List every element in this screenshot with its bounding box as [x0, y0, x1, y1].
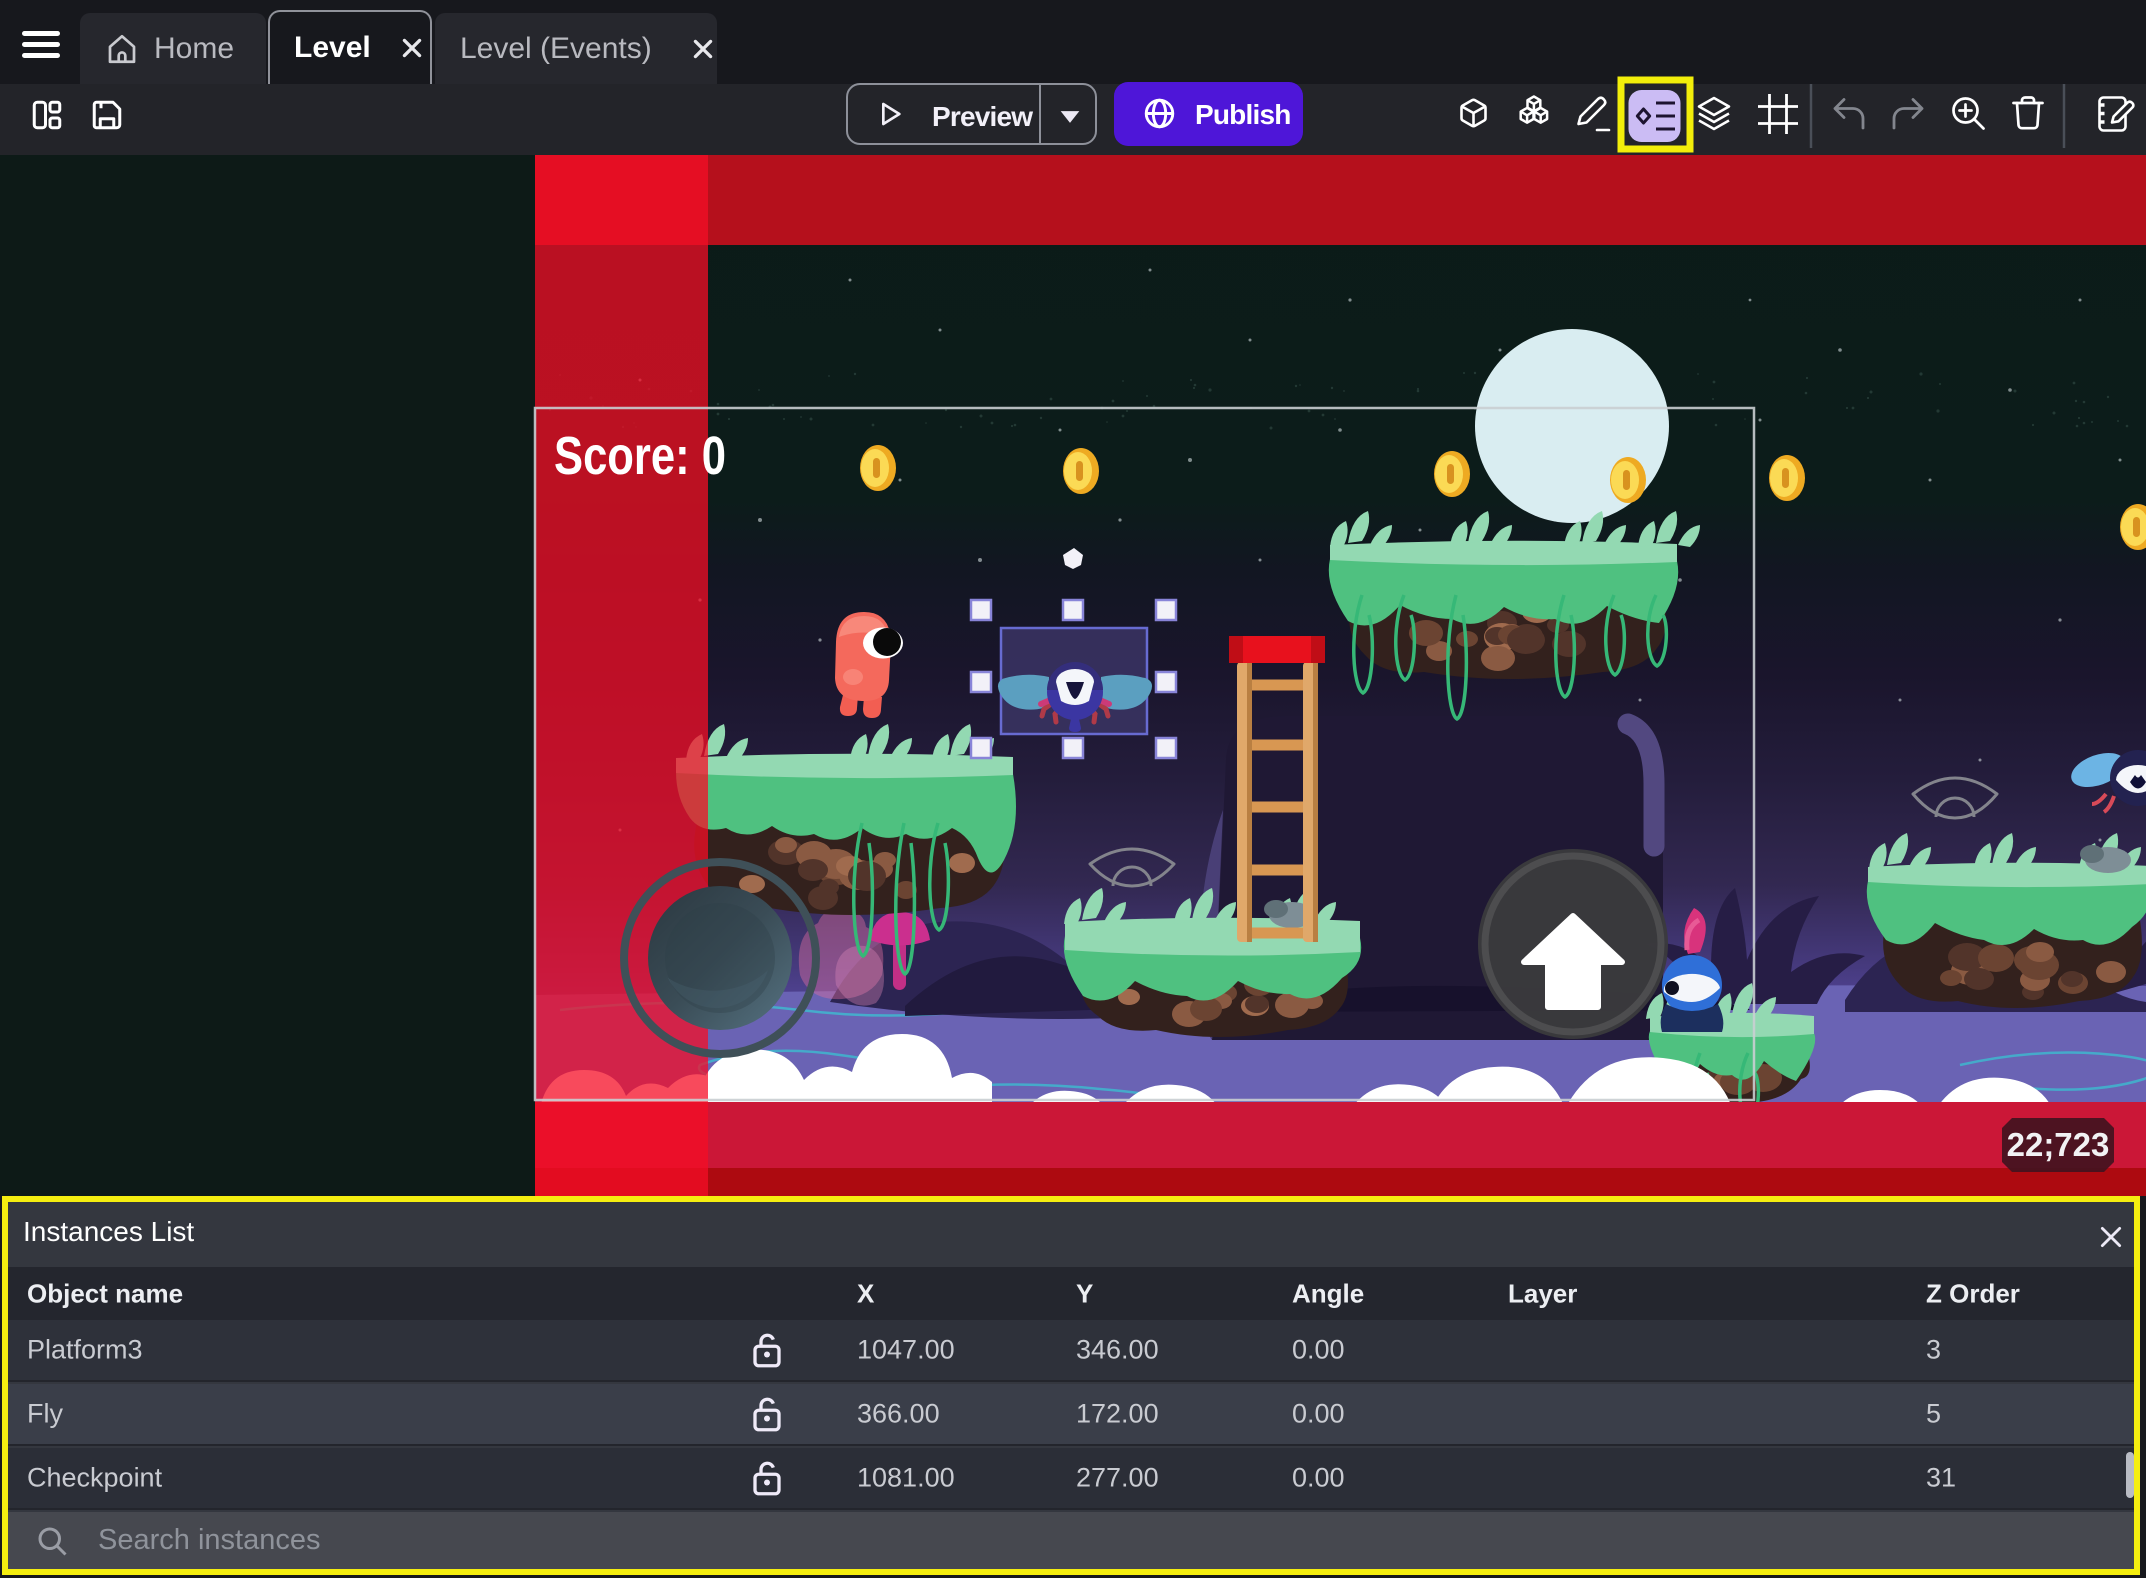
svg-text:22;723: 22;723 [2007, 1126, 2110, 1163]
svg-text:Score: 0: Score: 0 [554, 426, 726, 486]
